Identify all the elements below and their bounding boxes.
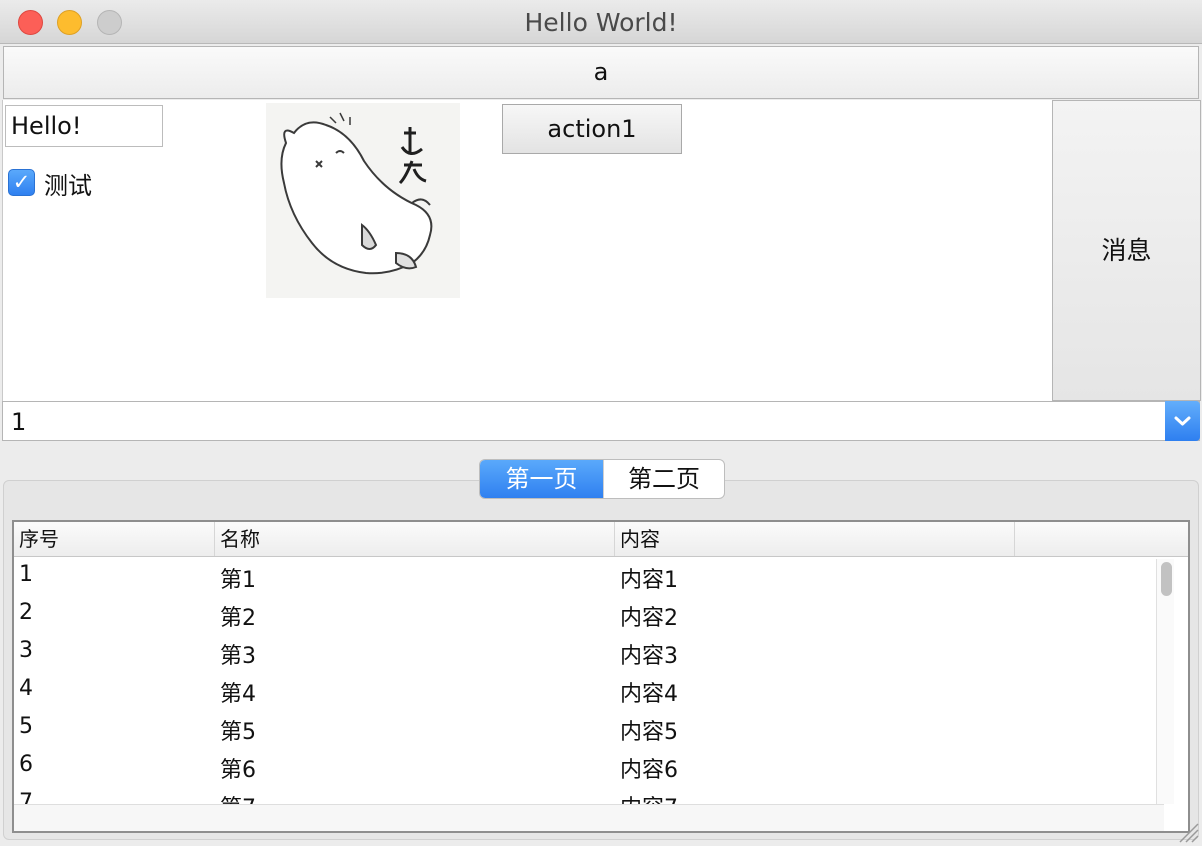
table-body: 1 第1 内容1 2 第2 内容2 3 第3 内容3 4 第4 内容4 5 第5… xyxy=(14,558,1164,804)
scrollbar-thumb[interactable] xyxy=(1161,562,1172,596)
table-row[interactable]: 6 第6 内容6 xyxy=(14,748,1164,786)
title-bar: Hello World! xyxy=(0,0,1202,44)
cell-index: 4 xyxy=(19,676,33,701)
cell-content: 内容2 xyxy=(620,606,678,631)
combo-selected-value: 1 xyxy=(11,408,27,436)
table-row[interactable]: 2 第2 内容2 xyxy=(14,596,1164,634)
cell-index: 5 xyxy=(19,714,33,739)
table-header: 序号 名称 内容 xyxy=(14,522,1188,557)
cell-name: 第5 xyxy=(220,720,256,745)
resize-grip-icon[interactable] xyxy=(1174,818,1200,844)
table-row[interactable]: 3 第3 内容3 xyxy=(14,634,1164,672)
cell-index: 6 xyxy=(19,752,33,777)
cell-name: 第1 xyxy=(220,568,256,593)
cartoon-hamster-image xyxy=(266,103,460,298)
data-table[interactable]: 序号 名称 内容 1 第1 内容1 2 第2 内容2 3 第3 内容3 4 第4… xyxy=(12,520,1190,833)
cell-name: 第3 xyxy=(220,644,256,669)
cell-name: 第2 xyxy=(220,606,256,631)
hamster-drawing xyxy=(280,112,433,275)
text-input[interactable]: Hello! xyxy=(5,105,163,147)
column-header-index[interactable]: 序号 xyxy=(14,522,215,556)
cell-content: 内容5 xyxy=(620,720,678,745)
test-checkbox[interactable]: ✓ xyxy=(8,169,35,196)
tab-bar: 第一页 第二页 xyxy=(479,459,725,499)
column-header-content[interactable]: 内容 xyxy=(615,522,1015,556)
combo-dropdown-button[interactable] xyxy=(1165,401,1200,441)
column-header-name[interactable]: 名称 xyxy=(215,522,615,556)
cell-index: 1 xyxy=(19,562,33,587)
checkmark-icon: ✓ xyxy=(12,170,31,194)
cell-content: 内容3 xyxy=(620,644,678,669)
cell-name: 第7 xyxy=(220,790,256,804)
top-button[interactable]: a xyxy=(3,46,1199,99)
tab-page-2[interactable]: 第二页 xyxy=(603,460,724,498)
cell-name: 第6 xyxy=(220,758,256,783)
cell-index: 2 xyxy=(19,600,33,625)
table-row[interactable]: 7 第7 内容7 xyxy=(14,786,1164,804)
checkbox-label: 测试 xyxy=(44,172,92,200)
cell-name: 第4 xyxy=(220,682,256,707)
horizontal-scrollbar[interactable] xyxy=(14,804,1164,831)
cell-index: 7 xyxy=(19,790,33,804)
cell-content: 内容1 xyxy=(620,568,678,593)
table-row[interactable]: 5 第5 内容5 xyxy=(14,710,1164,748)
number-combo-box[interactable]: 1 xyxy=(2,401,1200,441)
table-row[interactable]: 1 第1 内容1 xyxy=(14,558,1164,596)
action1-button[interactable]: action1 xyxy=(502,104,682,154)
tab-page-1[interactable]: 第一页 xyxy=(480,460,603,498)
cell-index: 3 xyxy=(19,638,33,663)
cell-content: 内容4 xyxy=(620,682,678,707)
cell-content: 内容7 xyxy=(620,790,678,804)
table-row[interactable]: 4 第4 内容4 xyxy=(14,672,1164,710)
vertical-scrollbar[interactable] xyxy=(1156,559,1174,804)
message-button[interactable]: 消息 xyxy=(1052,100,1201,401)
chevron-down-icon xyxy=(1174,416,1191,426)
cell-content: 内容6 xyxy=(620,758,678,783)
window-title: Hello World! xyxy=(524,8,678,37)
